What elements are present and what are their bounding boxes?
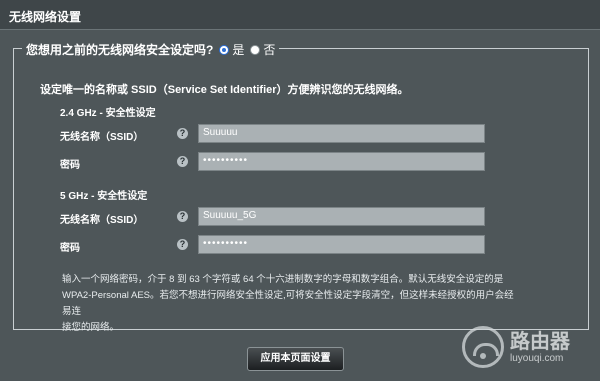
help-icon[interactable]: ? bbox=[177, 156, 188, 167]
radio-yes-label[interactable]: 是 bbox=[232, 41, 244, 58]
note-line: 输入一个网络密码，介于 8 到 63 个字符或 64 个十六进制数字的字母和数字… bbox=[62, 274, 504, 285]
band-5-title: 5 GHz - 安全性设定 bbox=[60, 191, 148, 202]
band-5-ssid-label: 无线名称（SSID） bbox=[60, 215, 144, 226]
note-line: 接您的网络。 bbox=[62, 322, 120, 333]
band-24-title: 2.4 GHz - 安全性设定 bbox=[60, 108, 156, 119]
watermark-sub: luyouqi.com bbox=[510, 352, 564, 364]
watermark: 路由器 luyouqi.com bbox=[462, 322, 597, 372]
band-24-password-label: 密码 bbox=[60, 160, 80, 171]
reuse-settings-question: 您想用之前的无线网络安全设定吗? 是 否 bbox=[22, 41, 280, 58]
help-icon[interactable]: ? bbox=[177, 128, 188, 139]
router-logo-icon bbox=[462, 326, 504, 368]
band-24-ssid-input[interactable]: Suuuuu bbox=[198, 124, 485, 143]
band-5-password-input[interactable]: •••••••••• bbox=[198, 235, 485, 254]
band-24-password-input[interactable]: •••••••••• bbox=[198, 152, 485, 171]
apply-settings-button[interactable]: 应用本页面设置 bbox=[247, 347, 344, 371]
radio-no[interactable] bbox=[250, 44, 261, 55]
band-5-password-label: 密码 bbox=[60, 243, 80, 254]
help-icon[interactable]: ? bbox=[177, 239, 188, 250]
note-line: WPA2-Personal AES。若您不想进行网络安全性设定,可将安全性设定字… bbox=[62, 290, 514, 317]
ssid-intro-text: 设定唯一的名称或 SSID（Service Set Identifier）方便辨… bbox=[40, 84, 409, 96]
password-help-note: 输入一个网络密码，介于 8 到 63 个字符或 64 个十六进制数字的字母和数字… bbox=[62, 272, 522, 336]
page-title: 无线网络设置 bbox=[9, 10, 82, 24]
watermark-main: 路由器 bbox=[510, 330, 570, 353]
band-5-ssid-input[interactable]: Suuuuu_5G bbox=[198, 207, 485, 226]
help-icon[interactable]: ? bbox=[177, 211, 188, 222]
radio-yes[interactable] bbox=[219, 44, 230, 55]
page-header: 无线网络设置 bbox=[0, 0, 600, 30]
reuse-question-label: 您想用之前的无线网络安全设定吗? bbox=[26, 43, 214, 57]
radio-no-label[interactable]: 否 bbox=[263, 41, 275, 58]
band-24-ssid-label: 无线名称（SSID） bbox=[60, 132, 144, 143]
